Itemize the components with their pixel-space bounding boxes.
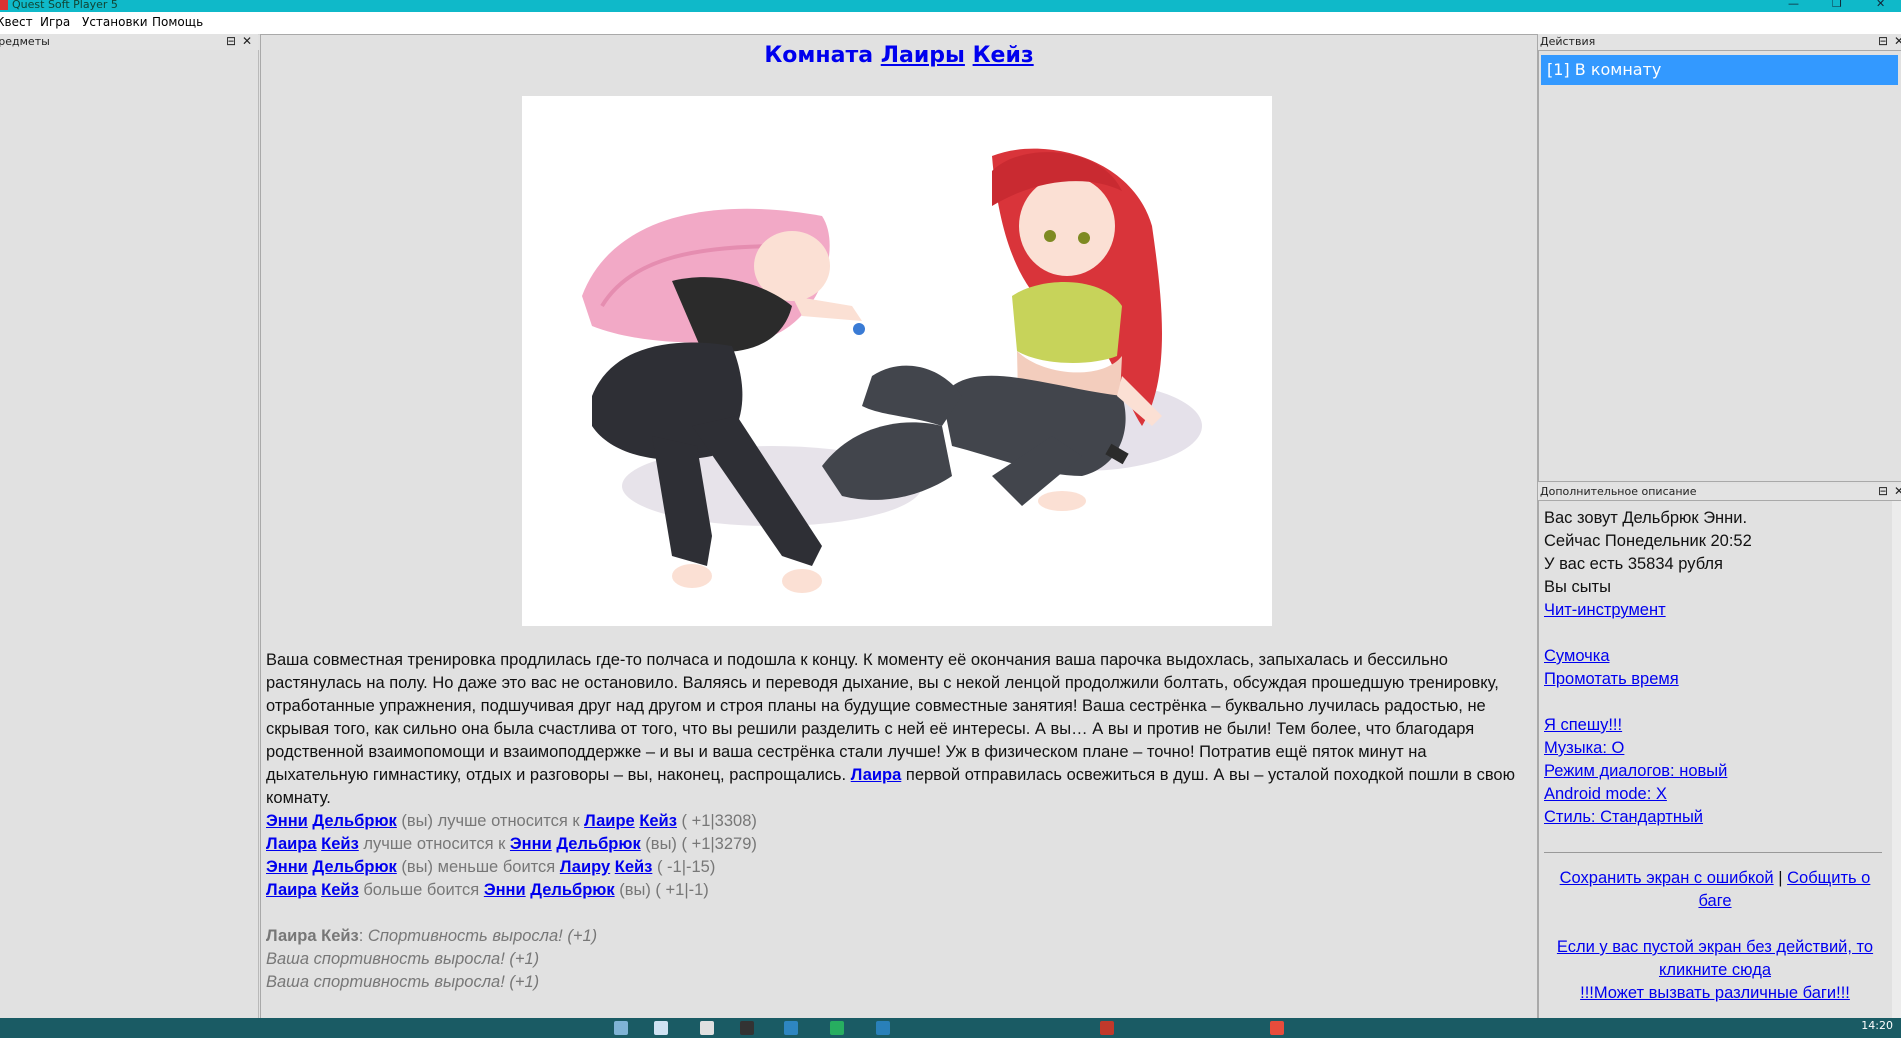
- items-panel-title: Предметы: [0, 35, 50, 48]
- relation-line: Энни Дельбрюк (вы) лучше относится к Лаи…: [266, 812, 757, 830]
- desc-panel: Вас зовут Дельбрюк Энни. Сейчас Понедель…: [1538, 500, 1901, 1020]
- skip-time-link[interactable]: Промотать время: [1544, 670, 1679, 688]
- link-enni[interactable]: Энни: [266, 812, 308, 830]
- hunger-status: Вы сыты: [1544, 578, 1611, 596]
- anime-girls-illustration: [522, 96, 1272, 626]
- hurry-link[interactable]: Я спешу!!!: [1544, 716, 1622, 734]
- scene-image: [522, 96, 1272, 626]
- desc-content: Вас зовут Дельбрюк Энни. Сейчас Понедель…: [1544, 507, 1886, 1005]
- stat-change-line: Ваша спортивность выросла! (+1): [266, 950, 540, 968]
- current-time: Сейчас Понедельник 20:52: [1544, 532, 1752, 550]
- link-delbruk[interactable]: Дельбрюк: [530, 881, 614, 899]
- menu-settings[interactable]: Установки: [82, 15, 148, 29]
- items-panel-header: Предметы ⊟ ✕: [0, 34, 258, 50]
- link-keyz[interactable]: Кейз: [639, 812, 677, 830]
- close-window-icon[interactable]: ✕: [1876, 0, 1885, 10]
- link-delbruk[interactable]: Дельбрюк: [312, 858, 396, 876]
- save-error-screen-link[interactable]: Сохранить экран с ошибкой: [1560, 869, 1774, 887]
- link-laira[interactable]: Лаира: [851, 766, 902, 784]
- actions-panel-title: Действия: [1540, 35, 1596, 48]
- app-icon[interactable]: [1100, 1021, 1114, 1035]
- app-icon: [0, 0, 8, 10]
- link-laira[interactable]: Лаира: [266, 835, 317, 853]
- undock-icon[interactable]: ⊟: [226, 34, 236, 48]
- menu-bar: Квест Игра Установки Помощь: [0, 12, 1901, 35]
- minimize-icon[interactable]: —: [1788, 0, 1799, 10]
- close-panel-icon[interactable]: ✕: [242, 34, 252, 48]
- cheat-tool-link[interactable]: Чит-инструмент: [1544, 601, 1666, 619]
- relation-line: Энни Дельбрюк (вы) меньше боится Лаиру К…: [266, 858, 716, 876]
- link-delbruk[interactable]: Дельбрюк: [312, 812, 396, 830]
- title-link-keyz[interactable]: Кейз: [973, 43, 1034, 68]
- windows-start-icon[interactable]: [614, 1021, 628, 1035]
- main-description-pane: Комната Лаиры Кейз Ваша совместная трени…: [260, 34, 1538, 1020]
- scrollbar[interactable]: [1892, 501, 1901, 1019]
- android-mode-link[interactable]: Android mode: X: [1544, 785, 1667, 803]
- os-taskbar: 14:20: [0, 1018, 1901, 1038]
- taskview-icon[interactable]: [700, 1021, 714, 1035]
- may-cause-bugs-link[interactable]: !!!Может вызвать различные баги!!!: [1580, 984, 1850, 1002]
- menu-quest[interactable]: Квест: [0, 15, 33, 29]
- room-text: Ваша совместная тренировка продлилась гд…: [266, 649, 1528, 994]
- style-link[interactable]: Стиль: Стандартный: [1544, 808, 1703, 826]
- room-title: Комната Лаиры Кейз: [764, 43, 1034, 68]
- relation-line: Лаира Кейз больше боится Энни Дельбрюк (…: [266, 881, 709, 899]
- link-laira[interactable]: Лаира: [266, 881, 317, 899]
- search-icon[interactable]: [654, 1021, 668, 1035]
- empty-screen-fix-link[interactable]: Если у вас пустой экран без действий, то…: [1557, 938, 1873, 979]
- window-titlebar: Quest Soft Player 5 — ❐ ✕: [0, 0, 1901, 12]
- window-title: Quest Soft Player 5: [12, 0, 118, 11]
- bag-link[interactable]: Сумочка: [1544, 647, 1610, 665]
- app-icon[interactable]: [784, 1021, 798, 1035]
- link-enni[interactable]: Энни: [484, 881, 526, 899]
- menu-game[interactable]: Игра: [40, 15, 70, 29]
- dialog-mode-link[interactable]: Режим диалогов: новый: [1544, 762, 1727, 780]
- desc-panel-title: Дополнительное описание: [1540, 485, 1697, 498]
- link-delbruk[interactable]: Дельбрюк: [556, 835, 640, 853]
- app-icon[interactable]: [740, 1021, 754, 1035]
- link-enni[interactable]: Энни: [510, 835, 552, 853]
- undock-icon[interactable]: ⊟: [1878, 34, 1888, 48]
- close-panel-icon[interactable]: ✕: [1894, 34, 1901, 48]
- stat-change-line: Лаира Кейз: Спортивность выросла! (+1): [266, 927, 598, 945]
- desc-panel-header: Дополнительное описание ⊟ ✕: [1538, 484, 1901, 500]
- undock-icon[interactable]: ⊟: [1878, 484, 1888, 498]
- music-toggle-link[interactable]: Музыка: О: [1544, 739, 1624, 757]
- restore-icon[interactable]: ❐: [1832, 0, 1842, 10]
- quest-player-taskbar-icon[interactable]: [1270, 1021, 1284, 1035]
- items-panel: [0, 50, 259, 1018]
- actions-panel-header: Действия ⊟ ✕: [1538, 34, 1901, 50]
- link-keyz[interactable]: Кейз: [321, 835, 359, 853]
- money: У вас есть 35834 рубля: [1544, 555, 1723, 573]
- action-to-room[interactable]: [1] В комнату: [1541, 55, 1898, 85]
- menu-help[interactable]: Помощь: [152, 15, 203, 29]
- link-lairu[interactable]: Лаиру: [560, 858, 610, 876]
- title-link-laira[interactable]: Лаиры: [881, 43, 965, 68]
- link-keyz[interactable]: Кейз: [615, 858, 653, 876]
- player-name: Вас зовут Дельбрюк Энни.: [1544, 509, 1748, 527]
- app-icon[interactable]: [830, 1021, 844, 1035]
- close-panel-icon[interactable]: ✕: [1894, 484, 1901, 498]
- link-keyz[interactable]: Кейз: [321, 881, 359, 899]
- actions-panel: [1] В комнату: [1538, 50, 1901, 482]
- narrative-paragraph: Ваша совместная тренировка продлилась гд…: [266, 651, 1515, 807]
- clock: 14:20: [1861, 1019, 1893, 1032]
- link-enni[interactable]: Энни: [266, 858, 308, 876]
- divider: [1544, 852, 1882, 853]
- link-laire[interactable]: Лаире: [584, 812, 635, 830]
- relation-line: Лаира Кейз лучше относится к Энни Дельбр…: [266, 835, 757, 853]
- stat-change-line: Ваша спортивность выросла! (+1): [266, 973, 540, 991]
- app-icon[interactable]: [876, 1021, 890, 1035]
